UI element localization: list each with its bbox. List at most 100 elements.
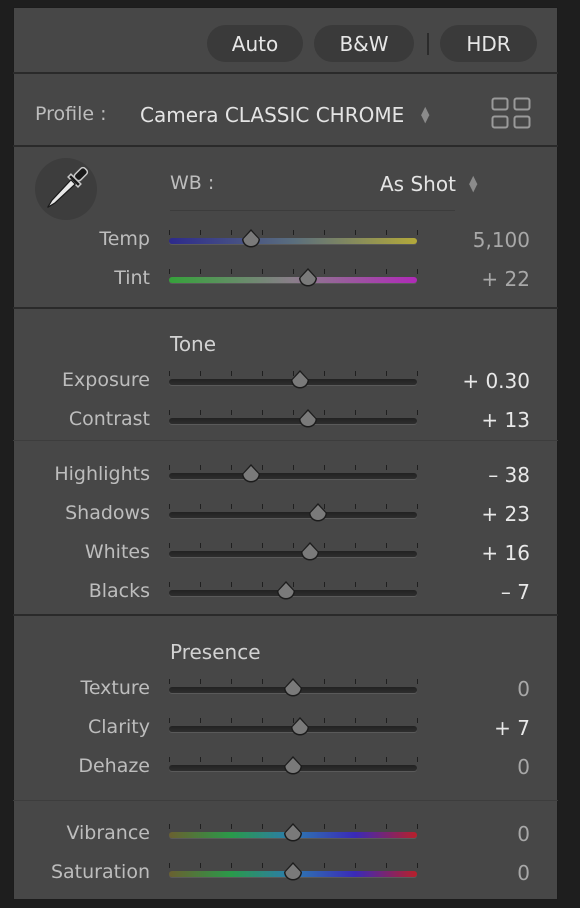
wb-chevron-icon[interactable]: ▲ ▼ (469, 174, 477, 193)
highlights-slider-thumb[interactable] (240, 463, 262, 485)
divider (13, 145, 558, 147)
grid-icon[interactable] (491, 97, 531, 129)
highlights-slider-track[interactable] (169, 473, 417, 479)
slider-tick (231, 757, 232, 762)
slider-tick (169, 757, 170, 762)
slider-tick (200, 679, 201, 684)
profile-chevron-icon[interactable]: ▲ ▼ (421, 105, 429, 124)
slider-tick (293, 504, 294, 509)
slider-tick (417, 371, 418, 376)
whites-value[interactable]: + 16 (420, 541, 530, 565)
slider-tick (293, 230, 294, 235)
slider-tick (231, 863, 232, 868)
slider-tick (355, 410, 356, 415)
contrast-value[interactable]: + 13 (420, 408, 530, 432)
exposure-value[interactable]: + 0.30 (420, 369, 530, 393)
profile-label: Profile : (35, 103, 107, 125)
slider-tick (169, 718, 170, 723)
exposure-slider-thumb[interactable] (289, 369, 311, 391)
slider-tick (386, 230, 387, 235)
slider-tick (200, 757, 201, 762)
texture-value[interactable]: 0 (420, 677, 530, 701)
slider-tick (324, 757, 325, 762)
slider-tick (324, 718, 325, 723)
auto-button[interactable]: Auto (207, 25, 303, 62)
slider-tick (324, 824, 325, 829)
tint-value[interactable]: + 22 (420, 267, 530, 291)
slider-tick (262, 757, 263, 762)
slider-tick (386, 371, 387, 376)
bw-button[interactable]: B&W (314, 25, 414, 62)
slider-tick (231, 679, 232, 684)
profile-select[interactable]: Camera CLASSIC CHROME (140, 103, 404, 127)
slider-tick (386, 718, 387, 723)
tint-slider-track[interactable] (169, 277, 417, 283)
texture-slider-thumb[interactable] (282, 677, 304, 699)
clarity-label: Clarity (88, 716, 150, 738)
header-separator (427, 33, 429, 55)
temp-slider-thumb[interactable] (240, 228, 262, 250)
slider-tick (200, 371, 201, 376)
dehaze-value[interactable]: 0 (420, 755, 530, 779)
slider-tick (262, 465, 263, 470)
slider-tick (200, 504, 201, 509)
slider-tick (417, 230, 418, 235)
slider-tick (324, 863, 325, 868)
slider-tick (386, 824, 387, 829)
slider-tick (262, 718, 263, 723)
slider-tick (200, 582, 201, 587)
slider-tick (169, 269, 170, 274)
contrast-slider-track[interactable] (169, 418, 417, 424)
temp-label: Temp (99, 228, 150, 250)
slider-tick (386, 465, 387, 470)
slider-tick (200, 543, 201, 548)
slider-tick (200, 863, 201, 868)
shadows-slider-track[interactable] (169, 512, 417, 518)
slider-tick (324, 269, 325, 274)
highlights-value[interactable]: – 38 (420, 463, 530, 487)
whites-slider-track[interactable] (169, 551, 417, 557)
clarity-value[interactable]: + 7 (420, 716, 530, 740)
slider-tick (386, 863, 387, 868)
slider-tick (417, 543, 418, 548)
eyedropper-icon[interactable] (34, 157, 98, 221)
slider-tick (417, 863, 418, 868)
saturation-slider-thumb[interactable] (282, 861, 304, 883)
slider-tick (293, 543, 294, 548)
wb-select[interactable]: As Shot (380, 172, 456, 196)
contrast-slider-thumb[interactable] (297, 408, 319, 430)
slider-tick (231, 582, 232, 587)
dehaze-slider-thumb[interactable] (282, 755, 304, 777)
slider-tick (262, 410, 263, 415)
vibrance-label: Vibrance (66, 822, 150, 844)
saturation-value[interactable]: 0 (420, 861, 530, 885)
shadows-slider-thumb[interactable] (307, 502, 329, 524)
blacks-slider-thumb[interactable] (275, 580, 297, 602)
vibrance-slider-thumb[interactable] (282, 822, 304, 844)
slider-tick (200, 465, 201, 470)
slider-tick (355, 371, 356, 376)
slider-tick (417, 465, 418, 470)
texture-label: Texture (80, 677, 150, 699)
slider-tick (231, 718, 232, 723)
tint-slider-thumb[interactable] (297, 267, 319, 289)
slider-tick (355, 543, 356, 548)
blacks-value[interactable]: – 7 (420, 580, 530, 604)
slider-tick (293, 269, 294, 274)
slider-tick (262, 824, 263, 829)
whites-slider-thumb[interactable] (299, 541, 321, 563)
slider-tick (355, 863, 356, 868)
slider-tick (417, 718, 418, 723)
vibrance-value[interactable]: 0 (420, 822, 530, 846)
clarity-slider-thumb[interactable] (289, 716, 311, 738)
slider-tick (231, 230, 232, 235)
hdr-button[interactable]: HDR (440, 25, 537, 62)
slider-tick (293, 410, 294, 415)
shadows-value[interactable]: + 23 (420, 502, 530, 526)
temp-slider-track[interactable] (169, 238, 417, 244)
saturation-label: Saturation (50, 861, 150, 883)
temp-value[interactable]: 5,100 (420, 228, 530, 252)
tone-heading: Tone (170, 332, 217, 356)
slider-tick (231, 504, 232, 509)
divider (13, 440, 558, 441)
